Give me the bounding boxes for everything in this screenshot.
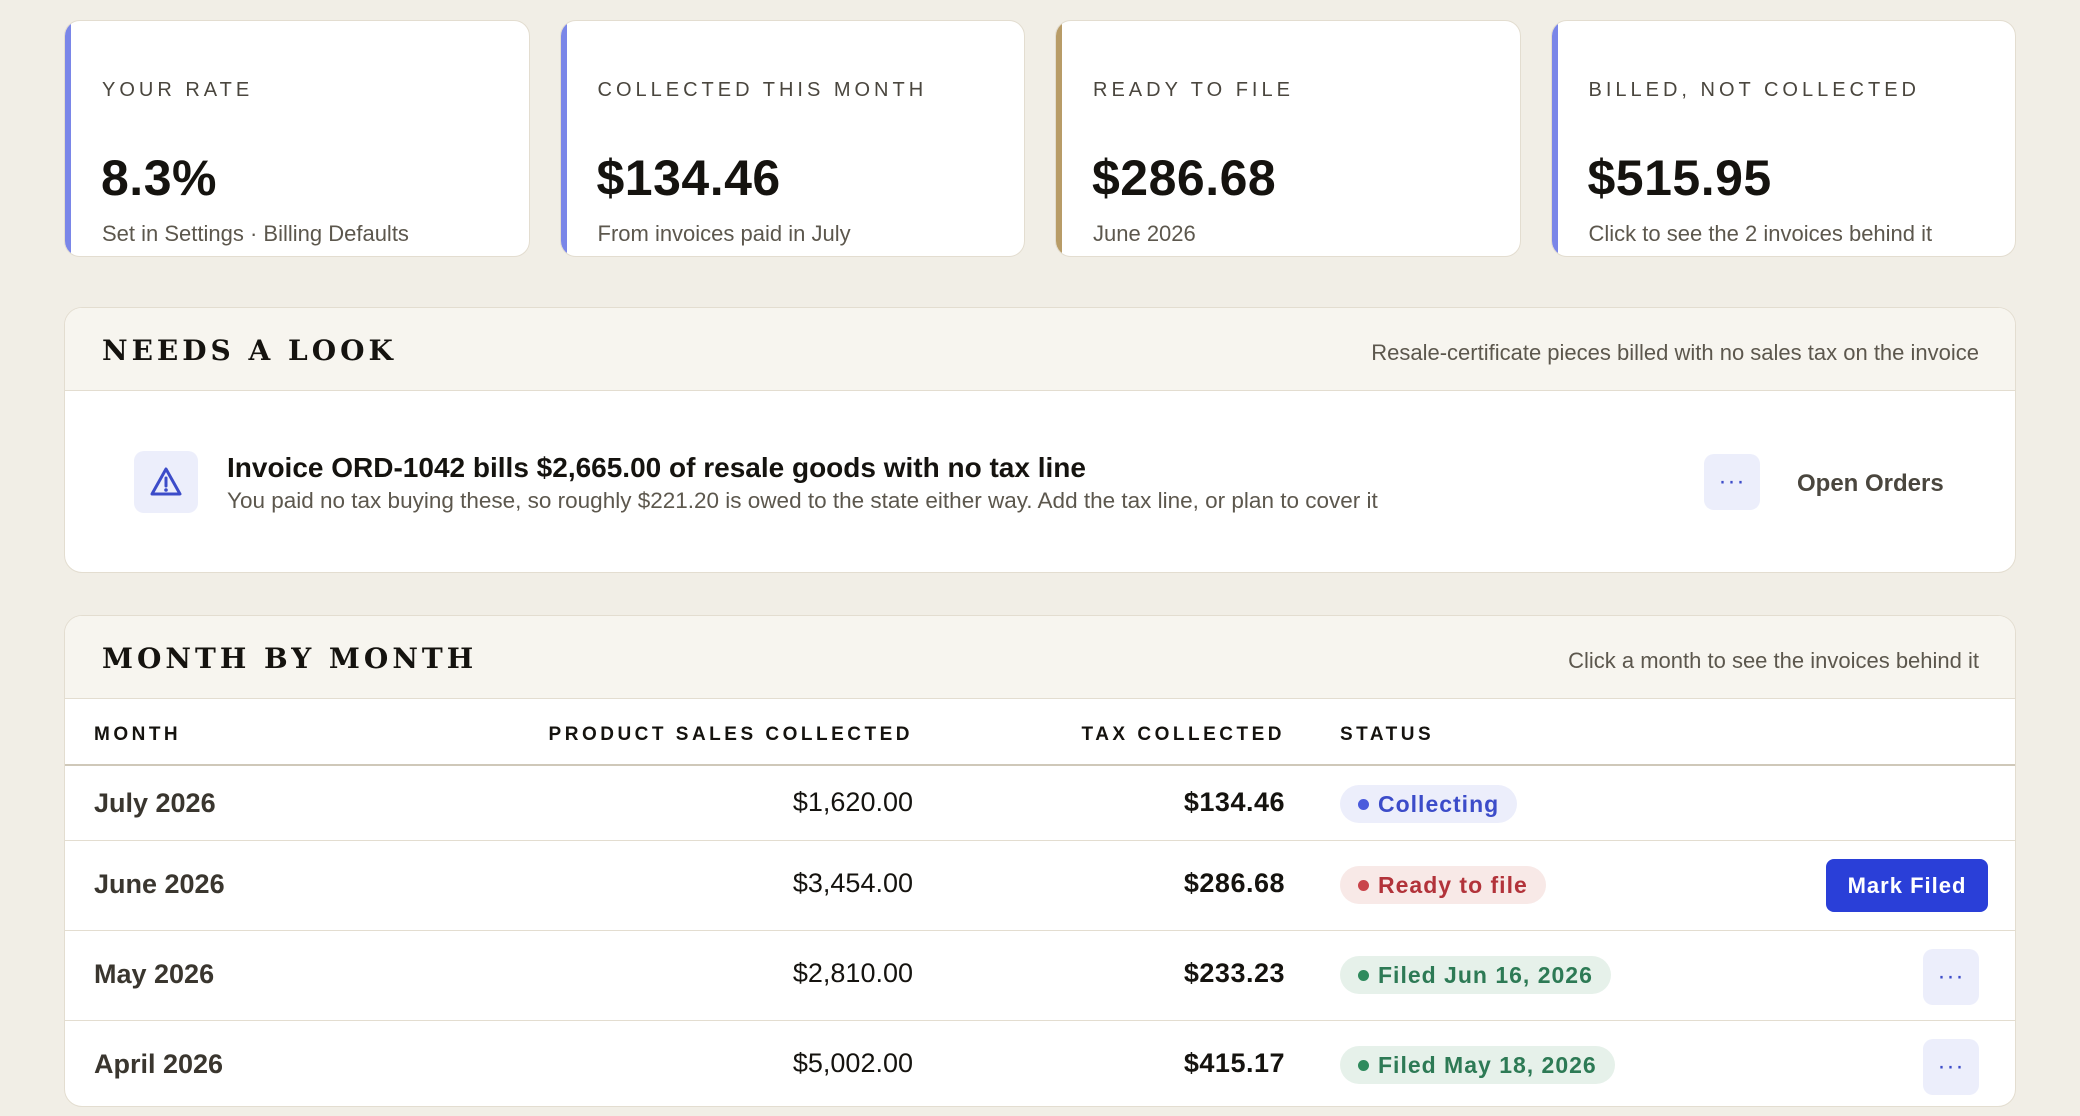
- alert-title: Invoice ORD-1042 bills $2,665.00 of resa…: [227, 452, 1086, 483]
- collected-card: COLLECTED THIS MONTH $134.46 From invoic…: [559, 20, 1025, 257]
- status-text: Ready to file: [1378, 871, 1528, 898]
- card-value: $286.68: [1092, 150, 1277, 206]
- panel-note: Resale-certificate pieces billed with no…: [1371, 340, 1979, 365]
- card-subtitle: Set in Settings · Billing Defaults: [102, 221, 409, 246]
- more-options-button[interactable]: ···: [1923, 1039, 1979, 1095]
- column-header-sales: PRODUCT SALES COLLECTED: [548, 724, 913, 745]
- status-text: Collecting: [1378, 790, 1500, 817]
- sales-cell: $2,810.00: [792, 958, 913, 988]
- alert-description: You paid no tax buying these, so roughly…: [227, 488, 1378, 513]
- card-label: COLLECTED THIS MONTH: [597, 79, 928, 101]
- status-badge: Filed Jun 16, 2026: [1340, 956, 1611, 994]
- panel-header: MONTH BY MONTH Click a month to see the …: [65, 616, 2015, 699]
- status-badge: Collecting: [1340, 785, 1518, 823]
- sales-cell: $5,002.00: [792, 1048, 913, 1078]
- stat-cards: YOUR RATE 8.3% Set in Settings · Billing…: [64, 20, 2016, 257]
- card-accent: [1056, 21, 1062, 256]
- column-header-tax: TAX COLLECTED: [1081, 724, 1285, 745]
- card-label: YOUR RATE: [102, 79, 254, 101]
- month-cell: July 2026: [94, 788, 216, 818]
- card-subtitle: Click to see the 2 invoices behind it: [1588, 221, 1933, 246]
- panel-header: NEEDS A LOOK Resale-certificate pieces b…: [65, 308, 2015, 391]
- status-text: Filed May 18, 2026: [1378, 1051, 1597, 1078]
- column-header-status: STATUS: [1340, 724, 1435, 745]
- status-dot: [1358, 880, 1369, 891]
- status-badge: Ready to file: [1340, 866, 1546, 904]
- panel-title: NEEDS A LOOK: [102, 334, 397, 367]
- ready-to-file-card: READY TO FILE $286.68 June 2026: [1055, 20, 1521, 257]
- billed-not-collected-card[interactable]: BILLED, NOT COLLECTED $515.95 Click to s…: [1550, 20, 2016, 257]
- card-subtitle: June 2026: [1093, 221, 1196, 246]
- rate-card: YOUR RATE 8.3% Set in Settings · Billing…: [64, 20, 530, 257]
- card-value: $134.46: [596, 150, 781, 206]
- more-options-button[interactable]: ···: [1704, 454, 1760, 510]
- month-cell: June 2026: [94, 869, 225, 899]
- status-text: Filed Jun 16, 2026: [1378, 961, 1593, 988]
- tax-cell: $134.46: [1183, 787, 1285, 817]
- status-dot: [1358, 970, 1369, 981]
- more-options-button[interactable]: ···: [1923, 949, 1979, 1005]
- panel-note: Click a month to see the invoices behind…: [1568, 648, 1979, 673]
- card-accent: [65, 21, 71, 256]
- mark-filed-button[interactable]: Mark Filed: [1826, 859, 1988, 912]
- column-header-month: MONTH: [94, 724, 182, 745]
- table-row[interactable]: May 2026 $2,810.00 $233.23 Filed Jun 16,…: [65, 931, 2015, 1021]
- warning-triangle-icon: [134, 451, 198, 513]
- card-accent: [560, 21, 567, 256]
- tax-cell: $286.68: [1183, 868, 1285, 898]
- card-accent: [1551, 21, 1558, 256]
- open-orders-button[interactable]: Open Orders: [1797, 470, 1944, 498]
- month-cell: April 2026: [94, 1049, 224, 1079]
- sales-cell: $1,620.00: [792, 787, 913, 817]
- table-header: MONTH PRODUCT SALES COLLECTED TAX COLLEC…: [65, 700, 2015, 766]
- needs-a-look-panel: NEEDS A LOOK Resale-certificate pieces b…: [64, 307, 2016, 573]
- card-label: READY TO FILE: [1093, 79, 1294, 101]
- tax-cell: $415.17: [1183, 1048, 1285, 1078]
- status-dot: [1358, 799, 1369, 810]
- table-row[interactable]: June 2026 $3,454.00 $286.68 Ready to fil…: [65, 841, 2015, 931]
- card-value: $515.95: [1587, 150, 1772, 206]
- card-subtitle: From invoices paid in July: [597, 221, 851, 246]
- card-value: 8.3%: [101, 150, 217, 206]
- sales-cell: $3,454.00: [792, 868, 913, 898]
- month-cell: May 2026: [94, 959, 215, 989]
- table-row[interactable]: July 2026 $1,620.00 $134.46 Collecting: [65, 766, 2015, 841]
- status-dot: [1358, 1060, 1369, 1071]
- status-badge: Filed May 18, 2026: [1340, 1046, 1615, 1084]
- card-label: BILLED, NOT COLLECTED: [1588, 79, 1920, 101]
- panel-title: MONTH BY MONTH: [102, 642, 478, 675]
- tax-cell: $233.23: [1183, 958, 1285, 988]
- month-by-month-panel: MONTH BY MONTH Click a month to see the …: [64, 615, 2016, 1107]
- table-row[interactable]: April 2026 $5,002.00 $415.17 Filed May 1…: [65, 1021, 2015, 1106]
